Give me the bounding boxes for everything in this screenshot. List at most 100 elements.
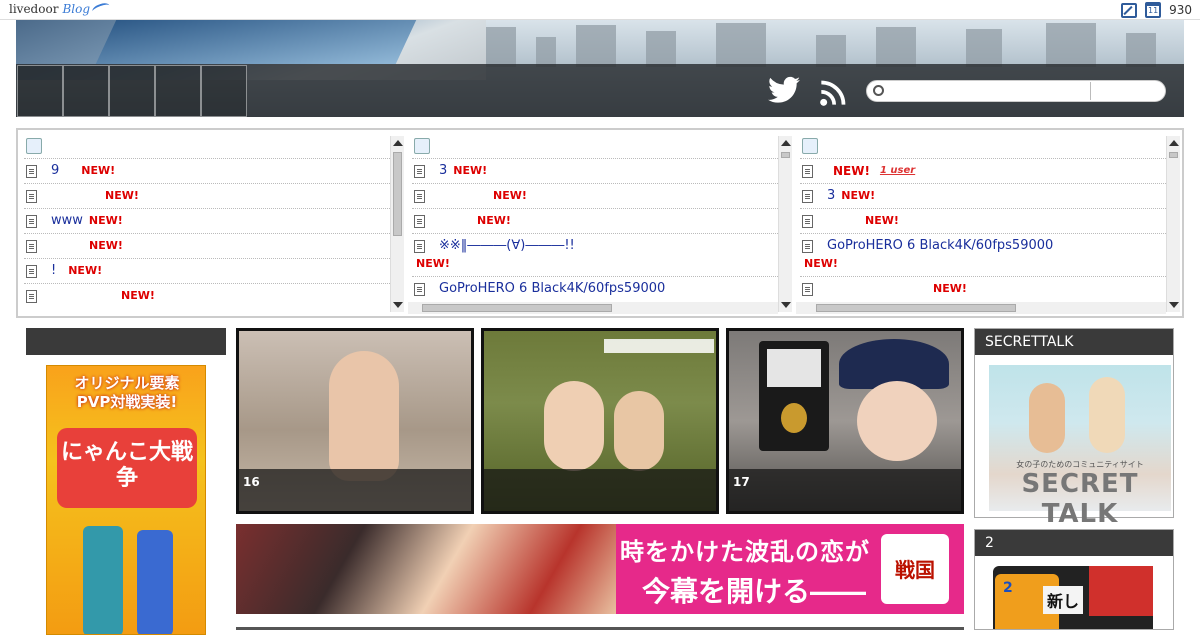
- ad-line2: PVP対戦実装!: [76, 393, 178, 411]
- nav-tab[interactable]: [155, 65, 201, 117]
- ad-text: オリジナル要素 PVP対戦実装!: [53, 374, 201, 412]
- feed-row[interactable]: GoProHERO 6 Black4K/60fps59000 NEW!: [800, 233, 1166, 276]
- feed-row[interactable]: 3 NEW!: [800, 183, 1166, 208]
- search-box[interactable]: [866, 80, 1166, 102]
- widget-title: 2: [975, 530, 1173, 556]
- feed-scrollbar[interactable]: [1166, 136, 1180, 312]
- hscroll-thumb[interactable]: [422, 304, 612, 312]
- scroll-thumb[interactable]: [393, 152, 402, 236]
- secrettalk-widget: SECRETTALK 女の子のためのコミュニティサイト SECRET TALK: [974, 328, 1174, 529]
- new-badge: NEW!: [865, 214, 899, 227]
- logo-text: livedoor: [9, 2, 59, 16]
- feed-icon[interactable]: [802, 138, 818, 154]
- feed-row[interactable]: ※※‖―――(∀)―――!! NEW!: [412, 233, 778, 276]
- tv-caption-bar: [604, 339, 714, 353]
- feed-title[interactable]: !: [51, 262, 56, 280]
- banner-characters: [236, 524, 616, 614]
- feed-title[interactable]: 3: [827, 187, 835, 205]
- feed-title[interactable]: ※※‖―――(∀)―――!!: [439, 237, 575, 255]
- matome-ribbon: [1089, 566, 1153, 616]
- new-badge: NEW!: [121, 289, 155, 302]
- edit-icon[interactable]: [1121, 2, 1138, 18]
- feed-scrollbar[interactable]: [390, 136, 404, 312]
- document-icon: [26, 289, 37, 303]
- user-count-link[interactable]: 1 user: [880, 162, 915, 180]
- blog-header: [16, 20, 1184, 117]
- hscroll-thumb[interactable]: [816, 304, 1016, 312]
- top-right-tools: 11 930: [1121, 2, 1192, 18]
- game-ad-banner[interactable]: オリジナル要素 PVP対戦実装! にゃんこ大戦争: [46, 365, 206, 635]
- figure: [544, 381, 604, 471]
- secrettalk-banner[interactable]: 女の子のためのコミュニティサイト SECRET TALK: [989, 365, 1171, 529]
- new-badge: NEW!: [933, 282, 967, 295]
- scroll-down-arrow[interactable]: [393, 302, 403, 308]
- feed-title[interactable]: GoProHERO 6 Black4K/60fps59000: [827, 237, 1053, 255]
- scroll-thumb[interactable]: [1169, 152, 1178, 158]
- document-icon: [802, 239, 813, 253]
- counter: 930: [1169, 3, 1192, 17]
- sengoku-banner-ad[interactable]: 時をかけた波乱の恋が 今幕を開ける―― 戦国: [236, 524, 964, 614]
- nav-tab[interactable]: [201, 65, 247, 117]
- feed-title[interactable]: 9: [51, 162, 59, 180]
- matome-banner[interactable]: 新し: [993, 566, 1153, 629]
- skyline-building: [1046, 23, 1096, 67]
- thumbnail-card[interactable]: 16: [236, 328, 474, 514]
- scroll-up-arrow[interactable]: [1169, 140, 1179, 146]
- scroll-thumb[interactable]: [781, 152, 790, 158]
- search-input[interactable]: [891, 83, 1087, 99]
- scroll-down-arrow[interactable]: [1169, 302, 1179, 308]
- feed-panel: NEW! 1 user 3 NEW! NEW! GoProHERO 6 Black4…: [796, 132, 1180, 314]
- feed-row[interactable]: NEW!: [412, 183, 778, 208]
- feed-row[interactable]: NEW!: [24, 233, 390, 258]
- calendar-icon[interactable]: 11: [1145, 2, 1162, 18]
- left-ad-header: [26, 328, 226, 355]
- horizontal-scrollbar[interactable]: [408, 302, 778, 314]
- logo-sub: Blog: [62, 2, 90, 16]
- feed-row[interactable]: GoProHERO 6 Black4K/60fps59000: [412, 276, 778, 301]
- scroll-up-arrow[interactable]: [393, 140, 403, 146]
- feed-row[interactable]: ! NEW!: [24, 258, 390, 283]
- nav-tab[interactable]: [109, 65, 155, 117]
- livedoor-blog-logo[interactable]: livedoor Blog: [9, 1, 111, 16]
- thumbnail-card[interactable]: [481, 328, 719, 514]
- search-icon[interactable]: [873, 85, 884, 96]
- thumbnail-card[interactable]: 17: [726, 328, 964, 514]
- feed-title[interactable]: GoProHERO 6 Black4K/60fps59000: [439, 280, 665, 298]
- feed-scrollbar[interactable]: [778, 136, 792, 312]
- thumbnail-caption: [484, 469, 716, 511]
- feed-title[interactable]: www: [51, 212, 83, 230]
- feed-row[interactable]: NEW!: [800, 208, 1166, 233]
- feed-row[interactable]: NEW!: [24, 183, 390, 208]
- feed-icon[interactable]: [414, 138, 430, 154]
- skyline-building: [576, 25, 616, 67]
- feed-row[interactable]: NEW!: [800, 276, 1166, 301]
- new-badge: NEW!: [453, 164, 488, 177]
- scroll-up-arrow[interactable]: [781, 140, 791, 146]
- document-icon: [414, 189, 425, 203]
- figure: [857, 381, 937, 461]
- blog-feeds: 9 NEW! NEW! www NEW! NEW! ! NEW! NEW! 3 NEW!…: [16, 128, 1184, 318]
- document-icon: [26, 189, 37, 203]
- twitter-icon[interactable]: [768, 76, 800, 104]
- police-badge: [759, 341, 829, 451]
- horizontal-scrollbar[interactable]: [796, 302, 1166, 314]
- feed-row[interactable]: NEW!: [412, 208, 778, 233]
- feed-icon[interactable]: [26, 138, 42, 154]
- feed-row[interactable]: www NEW!: [24, 208, 390, 233]
- left-ad-column: オリジナル要素 PVP対戦実装! にゃんこ大戦争: [26, 328, 226, 635]
- search-divider: [1090, 82, 1091, 100]
- feed-row[interactable]: 3 NEW!: [412, 158, 778, 183]
- feed-title[interactable]: 3: [439, 162, 447, 180]
- nav-tab[interactable]: [17, 65, 63, 117]
- nav-tab[interactable]: [63, 65, 109, 117]
- feed-row[interactable]: 9 NEW!: [24, 158, 390, 183]
- document-icon: [802, 164, 813, 178]
- feed-row[interactable]: NEW! 1 user: [800, 158, 1166, 183]
- matome-text: 新し: [1043, 586, 1084, 614]
- figure: [329, 351, 399, 481]
- scroll-down-arrow[interactable]: [781, 302, 791, 308]
- rss-icon[interactable]: [819, 79, 847, 107]
- feed-panel: 9 NEW! NEW! www NEW! NEW! ! NEW! NEW!: [20, 132, 404, 314]
- new-badge: NEW!: [68, 264, 103, 277]
- feed-row[interactable]: NEW!: [24, 283, 390, 308]
